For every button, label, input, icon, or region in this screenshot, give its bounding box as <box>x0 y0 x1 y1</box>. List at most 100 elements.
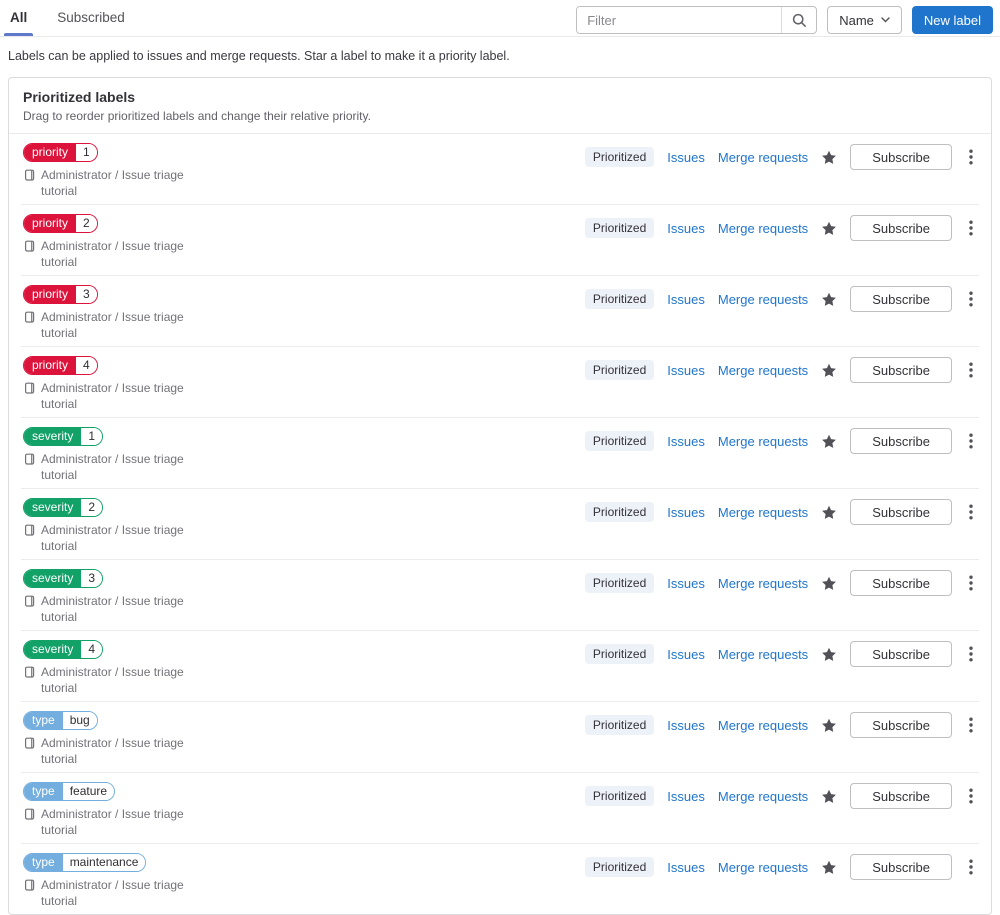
label-badge[interactable]: priority 2 <box>23 214 98 233</box>
label-project-link[interactable]: Administrator / Issue triage tutorial <box>23 664 211 696</box>
unprioritize-star-button[interactable] <box>821 718 837 733</box>
issues-link[interactable]: Issues <box>667 860 705 875</box>
issues-link[interactable]: Issues <box>667 505 705 520</box>
label-scope: priority <box>24 286 77 303</box>
label-value: 4 <box>81 641 103 658</box>
more-actions-button[interactable] <box>965 289 977 309</box>
label-project-link[interactable]: Administrator / Issue triage tutorial <box>23 735 211 767</box>
more-actions-button[interactable] <box>965 218 977 238</box>
issues-link[interactable]: Issues <box>667 718 705 733</box>
tab-all[interactable]: All <box>3 0 34 36</box>
merge-requests-link[interactable]: Merge requests <box>718 718 808 733</box>
label-project-link[interactable]: Administrator / Issue triage tutorial <box>23 806 211 838</box>
label-badge[interactable]: severity 1 <box>23 427 104 446</box>
issues-link[interactable]: Issues <box>667 363 705 378</box>
issues-link[interactable]: Issues <box>667 789 705 804</box>
chevron-down-icon <box>881 17 890 23</box>
prioritized-labels-header: Prioritized labels Drag to reorder prior… <box>9 78 991 134</box>
label-project-link[interactable]: Administrator / Issue triage tutorial <box>23 309 211 341</box>
star-filled-icon <box>821 434 837 449</box>
unprioritize-star-button[interactable] <box>821 789 837 804</box>
label-badge[interactable]: priority 4 <box>23 356 98 375</box>
merge-requests-link[interactable]: Merge requests <box>718 789 808 804</box>
new-label-button[interactable]: New label <box>911 6 993 34</box>
more-actions-button[interactable] <box>965 644 977 664</box>
more-actions-button[interactable] <box>965 360 977 380</box>
prioritized-badge: Prioritized <box>584 573 655 593</box>
issues-link[interactable]: Issues <box>667 647 705 662</box>
project-icon <box>23 238 36 253</box>
label-project-link[interactable]: Administrator / Issue triage tutorial <box>23 593 211 625</box>
issues-link[interactable]: Issues <box>667 221 705 236</box>
issues-link[interactable]: Issues <box>667 576 705 591</box>
label-badge[interactable]: type feature <box>23 782 116 801</box>
issues-link[interactable]: Issues <box>667 434 705 449</box>
subscribe-button[interactable]: Subscribe <box>850 783 952 809</box>
unprioritize-star-button[interactable] <box>821 576 837 591</box>
merge-requests-link[interactable]: Merge requests <box>718 221 808 236</box>
label-project-text: Administrator / Issue triage tutorial <box>41 310 184 340</box>
issues-link[interactable]: Issues <box>667 150 705 165</box>
subscribe-button[interactable]: Subscribe <box>850 641 952 667</box>
label-badge[interactable]: severity 2 <box>23 498 104 517</box>
label-badge[interactable]: severity 3 <box>23 569 104 588</box>
label-project-link[interactable]: Administrator / Issue triage tutorial <box>23 522 211 554</box>
label-project-link[interactable]: Administrator / Issue triage tutorial <box>23 451 211 483</box>
label-badge[interactable]: priority 3 <box>23 285 98 304</box>
label-badge[interactable]: type maintenance <box>23 853 147 872</box>
subscribe-button[interactable]: Subscribe <box>850 570 952 596</box>
star-filled-icon <box>821 576 837 591</box>
label-scope: type <box>24 712 63 729</box>
more-actions-button[interactable] <box>965 786 977 806</box>
label-project-text: Administrator / Issue triage tutorial <box>41 239 184 269</box>
more-actions-button[interactable] <box>965 857 977 877</box>
more-actions-button[interactable] <box>965 502 977 522</box>
unprioritize-star-button[interactable] <box>821 150 837 165</box>
subscribe-button[interactable]: Subscribe <box>850 712 952 738</box>
more-actions-button[interactable] <box>965 147 977 167</box>
label-row: severity 3 Administrator / Issue triage … <box>21 559 979 630</box>
subscribe-button[interactable]: Subscribe <box>850 215 952 241</box>
merge-requests-link[interactable]: Merge requests <box>718 150 808 165</box>
search-button[interactable] <box>781 7 816 33</box>
subscribe-button[interactable]: Subscribe <box>850 357 952 383</box>
label-project-link[interactable]: Administrator / Issue triage tutorial <box>23 380 211 412</box>
merge-requests-link[interactable]: Merge requests <box>718 576 808 591</box>
label-project-link[interactable]: Administrator / Issue triage tutorial <box>23 238 211 270</box>
unprioritize-star-button[interactable] <box>821 505 837 520</box>
more-actions-button[interactable] <box>965 715 977 735</box>
label-project-link[interactable]: Administrator / Issue triage tutorial <box>23 877 211 909</box>
more-actions-button[interactable] <box>965 431 977 451</box>
unprioritize-star-button[interactable] <box>821 292 837 307</box>
label-badge[interactable]: type bug <box>23 711 98 730</box>
prioritized-badge: Prioritized <box>584 502 655 522</box>
unprioritize-star-button[interactable] <box>821 221 837 236</box>
subscribe-button[interactable]: Subscribe <box>850 499 952 525</box>
label-project-link[interactable]: Administrator / Issue triage tutorial <box>23 167 211 199</box>
subscribe-button[interactable]: Subscribe <box>850 286 952 312</box>
subscribe-button[interactable]: Subscribe <box>850 854 952 880</box>
unprioritize-star-button[interactable] <box>821 860 837 875</box>
merge-requests-link[interactable]: Merge requests <box>718 860 808 875</box>
unprioritize-star-button[interactable] <box>821 434 837 449</box>
merge-requests-link[interactable]: Merge requests <box>718 505 808 520</box>
filter-input[interactable] <box>577 7 782 33</box>
unprioritize-star-button[interactable] <box>821 363 837 378</box>
subscribe-button[interactable]: Subscribe <box>850 144 952 170</box>
star-filled-icon <box>821 860 837 875</box>
merge-requests-link[interactable]: Merge requests <box>718 363 808 378</box>
more-actions-button[interactable] <box>965 573 977 593</box>
vertical-ellipsis-icon <box>969 149 973 165</box>
label-badge[interactable]: severity 4 <box>23 640 104 659</box>
label-row: severity 2 Administrator / Issue triage … <box>21 488 979 559</box>
unprioritize-star-button[interactable] <box>821 647 837 662</box>
tab-subscribed[interactable]: Subscribed <box>55 0 127 36</box>
label-badge[interactable]: priority 1 <box>23 143 98 162</box>
sort-dropdown[interactable]: Name <box>827 6 902 34</box>
merge-requests-link[interactable]: Merge requests <box>718 647 808 662</box>
subscribe-button[interactable]: Subscribe <box>850 428 952 454</box>
issues-link[interactable]: Issues <box>667 292 705 307</box>
merge-requests-link[interactable]: Merge requests <box>718 292 808 307</box>
merge-requests-link[interactable]: Merge requests <box>718 434 808 449</box>
project-icon <box>23 735 36 750</box>
